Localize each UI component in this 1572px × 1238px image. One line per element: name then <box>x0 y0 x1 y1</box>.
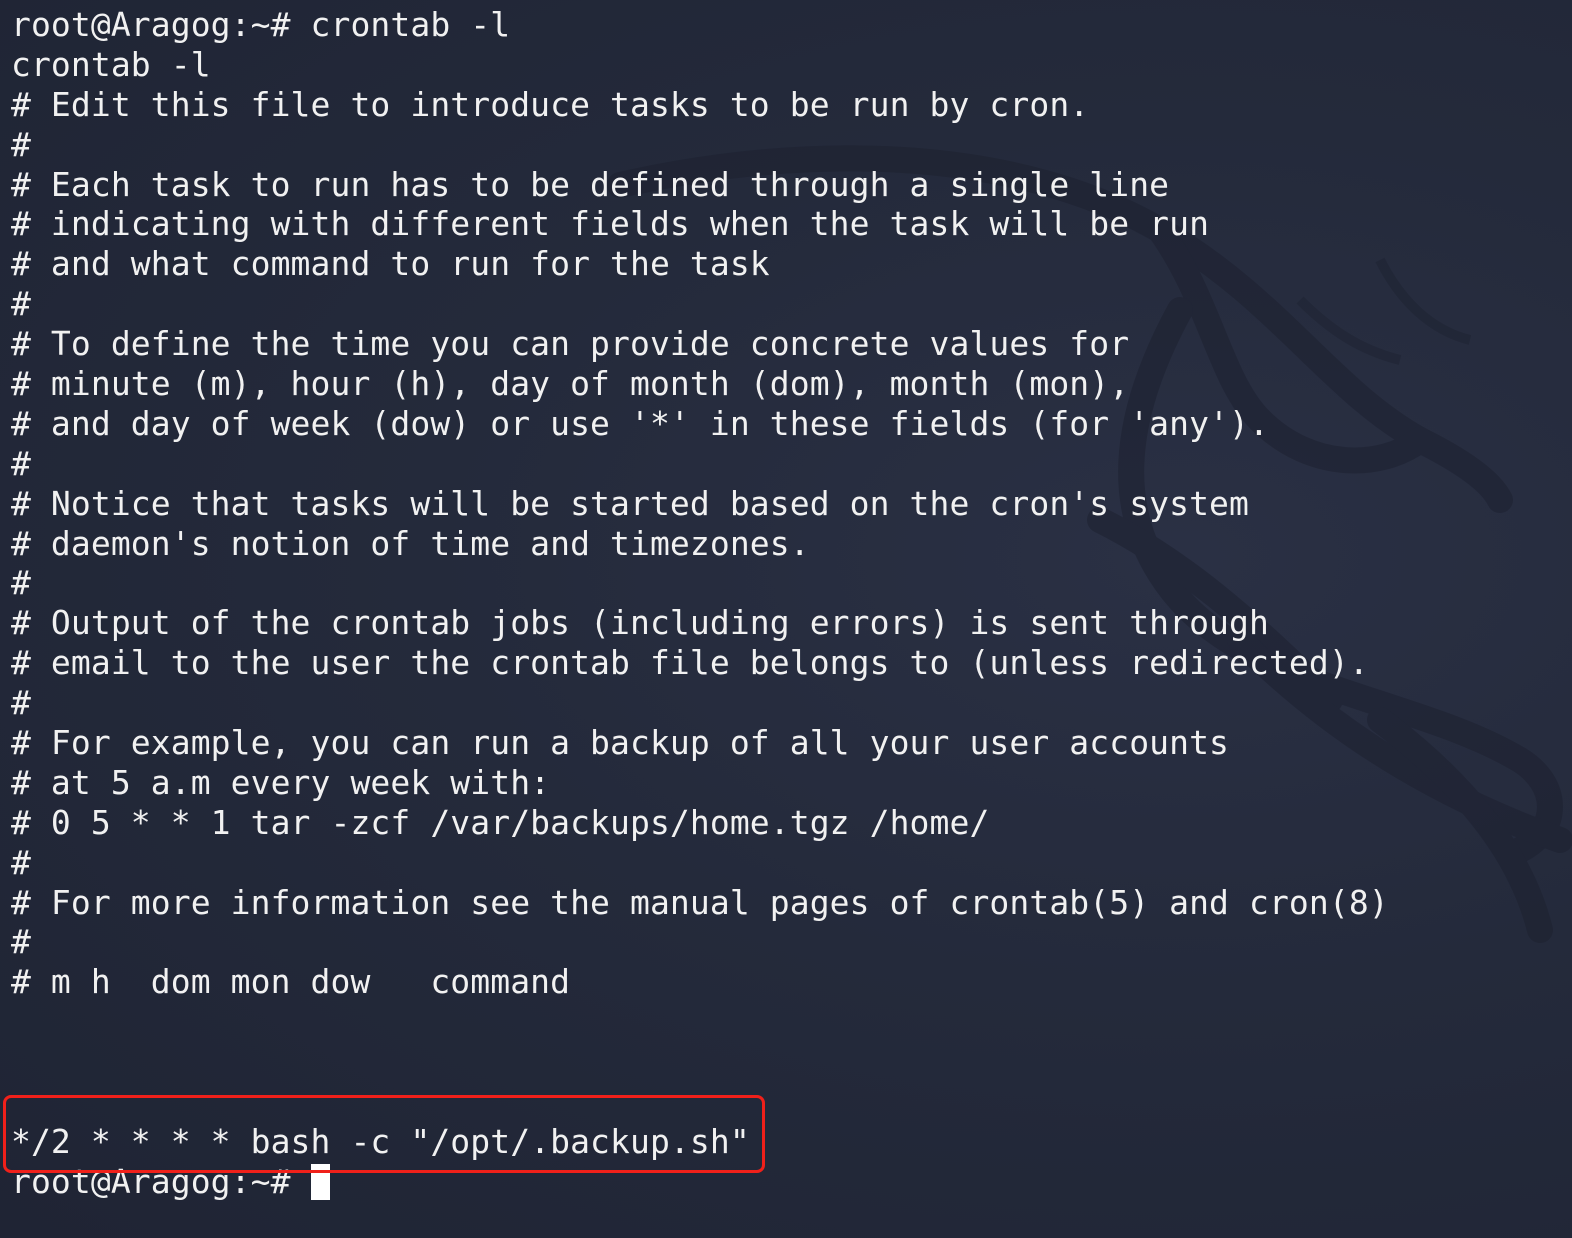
crontab-comment-line: # at 5 a.m every week with: <box>11 762 551 802</box>
crontab-comment-line: # <box>11 922 31 962</box>
crontab-comment-line: # daemon's notion of time and timezones. <box>11 523 810 563</box>
crontab-comment-line: # <box>11 683 31 723</box>
crontab-comment-line: # minute (m), hour (h), day of month (do… <box>11 364 1130 404</box>
crontab-comment-line: # <box>11 443 31 483</box>
crontab-comment-line: # <box>11 124 31 164</box>
terminal-output: root@Aragog:~# crontab -l crontab -l # E… <box>11 5 1561 1202</box>
crontab-comment-line: # indicating with different fields when … <box>11 204 1210 244</box>
crontab-comment-line: # Each task to run has to be defined thr… <box>11 164 1170 204</box>
terminal-window[interactable]: root@Aragog:~# crontab -l crontab -l # E… <box>0 0 1572 1238</box>
crontab-comment-line: # Edit this file to introduce tasks to b… <box>11 84 1090 124</box>
echo-line: crontab -l <box>11 44 211 84</box>
crontab-comment-line: # and day of week (dow) or use '*' in th… <box>11 403 1269 443</box>
crontab-comment-line: # <box>11 563 31 603</box>
crontab-comment-line: # 0 5 * * 1 tar -zcf /var/backups/home.t… <box>11 802 990 842</box>
crontab-comment-line: # <box>11 842 31 882</box>
crontab-comment-line: # Output of the crontab jobs (including … <box>11 603 1269 643</box>
crontab-comment-line: # For example, you can run a backup of a… <box>11 723 1230 763</box>
crontab-comment-line: # For more information see the manual pa… <box>11 882 1389 922</box>
crontab-header-line: # m h dom mon dow command <box>11 962 571 1002</box>
crontab-comment-line: # <box>11 284 31 324</box>
crontab-comment-line: # Notice that tasks will be started base… <box>11 483 1249 523</box>
crontab-comment-line: # and what command to run for the task <box>11 244 770 284</box>
crontab-comment-line: # To define the time you can provide con… <box>11 324 1130 364</box>
crontab-comment-line: # email to the user the crontab file bel… <box>11 643 1369 683</box>
highlight-annotation-box <box>3 1095 765 1173</box>
command-line: root@Aragog:~# crontab -l <box>11 5 511 44</box>
